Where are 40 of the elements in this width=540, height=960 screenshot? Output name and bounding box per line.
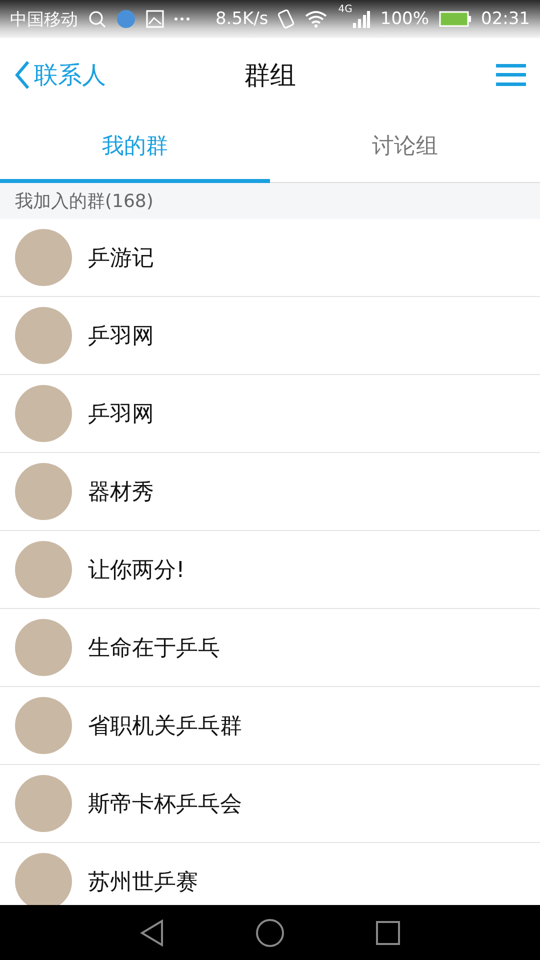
- group-name: 斯帝卡杯乒乓会: [88, 790, 242, 818]
- group-name: 乒游记: [88, 244, 154, 272]
- image-icon: [146, 10, 164, 28]
- app-icon: [116, 9, 136, 29]
- menu-icon: [496, 63, 526, 87]
- menu-button[interactable]: [496, 63, 526, 87]
- recents-nav-button[interactable]: [375, 920, 401, 946]
- battery-icon: [439, 11, 471, 27]
- group-name: 苏州世乒赛: [88, 868, 198, 896]
- signal-icon: [352, 10, 370, 28]
- network-type: 4G: [338, 4, 352, 15]
- group-row[interactable]: 乒羽网: [0, 297, 540, 375]
- group-name: 乒羽网: [88, 400, 154, 428]
- wifi-icon: [304, 10, 328, 28]
- section-header: 我加入的群(168): [0, 183, 540, 219]
- group-row[interactable]: 省职机关乒乓群: [0, 687, 540, 765]
- carrier-name: 中国移动: [10, 8, 78, 30]
- group-name: 让你两分!: [88, 556, 185, 584]
- group-row[interactable]: 乒游记: [0, 219, 540, 297]
- page-title: 群组: [244, 60, 296, 92]
- avatar-placeholder: [15, 853, 72, 905]
- network-speed: 8.5K/s: [215, 9, 268, 29]
- vibrate-icon: [278, 9, 294, 29]
- chevron-left-icon: [14, 60, 30, 90]
- group-name: 器材秀: [88, 478, 154, 506]
- group-name: 生命在于乒乓: [88, 634, 220, 662]
- home-nav-button[interactable]: [255, 918, 285, 948]
- more-icon: [174, 17, 190, 21]
- group-row[interactable]: 让你两分!: [0, 531, 540, 609]
- group-row[interactable]: 器材秀: [0, 453, 540, 531]
- clock: 02:31: [481, 9, 530, 29]
- battery-percent: 100%: [380, 9, 429, 29]
- group-name: 省职机关乒乓群: [88, 712, 242, 740]
- back-nav-button[interactable]: [139, 918, 165, 946]
- group-name: 乒羽网: [88, 322, 154, 350]
- tab[interactable]: 讨论组: [270, 112, 540, 183]
- group-row[interactable]: 生命在于乒乓: [0, 609, 540, 687]
- search-icon: [88, 10, 106, 28]
- group-row[interactable]: 斯帝卡杯乒乓会: [0, 765, 540, 843]
- group-row[interactable]: 乒羽网: [0, 375, 540, 453]
